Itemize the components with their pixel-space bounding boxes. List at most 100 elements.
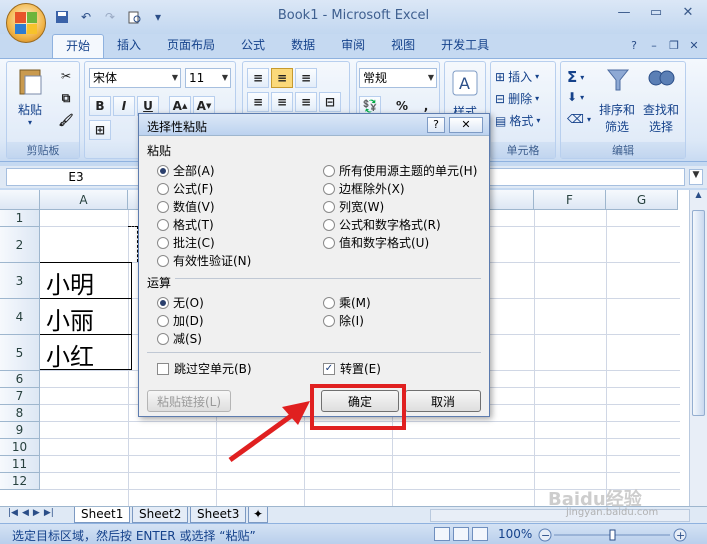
font-size-combo[interactable]: 11 ▼	[185, 68, 231, 88]
help-icon[interactable]: ?	[625, 36, 643, 54]
align-middle-icon[interactable]: ≡	[271, 68, 293, 88]
cancel-button[interactable]: 取消	[405, 390, 481, 412]
row-header-10[interactable]: 10	[0, 439, 40, 456]
next-sheet-icon[interactable]: ▶	[33, 508, 40, 518]
office-button[interactable]	[6, 3, 46, 43]
borders-icon[interactable]: ⊞	[89, 120, 111, 140]
align-left-icon[interactable]: ≡	[247, 92, 269, 112]
tab-page-layout[interactable]: 页面布局	[154, 34, 228, 58]
dialog-close-icon[interactable]: ✕	[449, 117, 483, 133]
radio-op-subtract[interactable]: 减(S)	[157, 330, 202, 347]
merge-center-icon[interactable]: ⊟	[319, 92, 341, 112]
format-cells-button[interactable]: ▤ 格式 ▾	[495, 112, 540, 129]
row-header-8[interactable]: 8	[0, 405, 40, 422]
fill-button[interactable]: ⬇ ▾	[567, 90, 584, 104]
radio-paste-formats[interactable]: 格式(T)	[157, 216, 214, 233]
radio-op-add[interactable]: 加(D)	[157, 312, 204, 329]
cell-a5[interactable]: 小红	[46, 337, 94, 372]
format-painter-icon[interactable]: 🖌	[55, 110, 77, 130]
insert-sheet-icon[interactable]: ✦	[248, 507, 268, 523]
radio-paste-all[interactable]: 全部(A)	[157, 162, 215, 179]
clear-button[interactable]: ⌫ ▾	[567, 112, 591, 126]
row-header-9[interactable]: 9	[0, 422, 40, 439]
row-header-1[interactable]: 1	[0, 210, 40, 227]
radio-paste-validation[interactable]: 有效性验证(N)	[157, 252, 251, 269]
normal-view-icon[interactable]	[434, 527, 450, 541]
tab-view[interactable]: 视图	[378, 34, 428, 58]
row-header-2[interactable]: 2	[0, 227, 40, 263]
column-header-g[interactable]: G	[606, 190, 678, 210]
italic-button[interactable]: I	[113, 96, 135, 116]
workbook-minimize-icon[interactable]: –	[645, 36, 663, 54]
tab-formulas[interactable]: 公式	[228, 34, 278, 58]
radio-paste-source-theme[interactable]: 所有使用源主题的单元(H)	[323, 162, 477, 179]
expand-formula-icon[interactable]: ▼	[689, 169, 703, 185]
scroll-up-icon[interactable]: ▲	[690, 190, 707, 206]
radio-paste-comments[interactable]: 批注(C)	[157, 234, 215, 251]
prev-sheet-icon[interactable]: ◀	[22, 508, 29, 518]
close-icon[interactable]: ✕	[673, 2, 703, 22]
column-header-f[interactable]: F	[534, 190, 606, 210]
name-box[interactable]: E3	[6, 168, 146, 186]
sheet-tab-2[interactable]: Sheet2	[132, 507, 189, 523]
tab-home[interactable]: 开始	[52, 34, 105, 58]
tab-review[interactable]: 审阅	[328, 34, 378, 58]
align-center-icon[interactable]: ≡	[271, 92, 293, 112]
cut-icon[interactable]: ✂	[55, 66, 77, 86]
autosum-button[interactable]: Σ ▾	[567, 68, 584, 86]
align-bottom-icon[interactable]: ≡	[295, 68, 317, 88]
transpose-checkbox[interactable]: ✓ 转置(E)	[323, 360, 381, 377]
align-right-icon[interactable]: ≡	[295, 92, 317, 112]
cell-a4[interactable]: 小丽	[46, 301, 94, 336]
row-header-4[interactable]: 4	[0, 299, 40, 335]
paste-link-button[interactable]: 粘贴链接(L)	[147, 390, 231, 412]
sheet-tab-3[interactable]: Sheet3	[190, 507, 247, 523]
maximize-icon[interactable]: ▭	[641, 2, 671, 22]
last-sheet-icon[interactable]: ▶|	[44, 508, 54, 518]
row-header-7[interactable]: 7	[0, 388, 40, 405]
zoom-level[interactable]: 100%	[498, 527, 532, 541]
sort-filter-button[interactable]: 排序和 筛选	[597, 66, 637, 135]
bold-button[interactable]: B	[89, 96, 111, 116]
tab-insert[interactable]: 插入	[104, 34, 154, 58]
row-header-12[interactable]: 12	[0, 473, 40, 490]
first-sheet-icon[interactable]: |◀	[8, 508, 18, 518]
row-header-6[interactable]: 6	[0, 371, 40, 388]
row-header-11[interactable]: 11	[0, 456, 40, 473]
radio-paste-no-borders[interactable]: 边框除外(X)	[323, 180, 405, 197]
find-select-button[interactable]: 查找和 选择	[641, 66, 681, 135]
radio-op-multiply[interactable]: 乘(M)	[323, 294, 371, 311]
radio-op-divide[interactable]: 除(I)	[323, 312, 364, 329]
workbook-close-icon[interactable]: ✕	[685, 36, 703, 54]
tab-developer[interactable]: 开发工具	[428, 34, 502, 58]
vertical-scroll-thumb[interactable]	[692, 210, 705, 416]
dialog-help-icon[interactable]: ?	[427, 117, 445, 133]
radio-op-none[interactable]: 无(O)	[157, 294, 204, 311]
column-header-a[interactable]: A	[40, 190, 128, 210]
number-format-combo[interactable]: 常规 ▼	[359, 68, 437, 88]
insert-cells-button[interactable]: ⊞ 插入 ▾	[495, 68, 539, 85]
radio-paste-formulas-numbers[interactable]: 公式和数字格式(R)	[323, 216, 441, 233]
minimize-icon[interactable]: —	[609, 2, 639, 22]
radio-paste-values[interactable]: 数值(V)	[157, 198, 215, 215]
row-header-5[interactable]: 5	[0, 335, 40, 371]
tab-data[interactable]: 数据	[278, 34, 328, 58]
radio-paste-column-widths[interactable]: 列宽(W)	[323, 198, 384, 215]
workbook-restore-icon[interactable]: ❐	[665, 36, 683, 54]
align-top-icon[interactable]: ≡	[247, 68, 269, 88]
font-name-combo[interactable]: 宋体 ▼	[89, 68, 181, 88]
select-all-corner[interactable]	[0, 190, 40, 210]
paste-button[interactable]: 粘贴 ▾	[13, 66, 47, 127]
row-header-3[interactable]: 3	[0, 263, 40, 299]
skip-blanks-checkbox[interactable]: 跳过空单元(B)	[157, 360, 252, 377]
page-break-view-icon[interactable]	[472, 527, 488, 541]
copy-icon[interactable]: ⧉	[55, 88, 77, 108]
cell-a3[interactable]: 小明	[46, 265, 94, 300]
vertical-scrollbar[interactable]: ▲	[689, 190, 707, 506]
zoom-slider[interactable]: − +	[538, 528, 688, 542]
radio-paste-values-numbers[interactable]: 值和数字格式(U)	[323, 234, 429, 251]
page-layout-view-icon[interactable]	[453, 527, 469, 541]
sheet-tab-1[interactable]: Sheet1	[74, 507, 131, 523]
radio-paste-formulas[interactable]: 公式(F)	[157, 180, 213, 197]
delete-cells-button[interactable]: ⊟ 删除 ▾	[495, 90, 539, 107]
